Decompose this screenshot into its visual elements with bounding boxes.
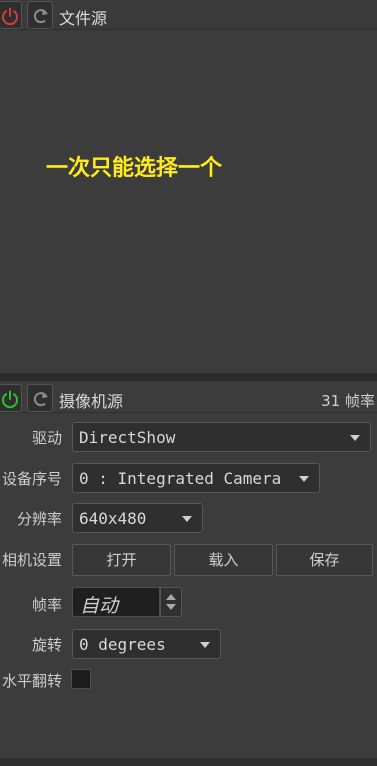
framerate-value: 自动: [80, 595, 119, 617]
camera-source-title: 摄像机源: [59, 392, 124, 411]
save-button[interactable]: 保存: [276, 544, 373, 576]
flip-checkbox[interactable]: [71, 669, 91, 689]
resolution-value: 640x480: [79, 509, 147, 528]
camera-source-power-button[interactable]: [0, 384, 22, 412]
framerate-spinbox[interactable]: 自动: [72, 587, 182, 617]
file-source-panel: 一次只能选择一个: [0, 30, 377, 373]
camera-settings-label: 相机设置: [1, 551, 62, 569]
selection-notice: 一次只能选择一个: [46, 156, 223, 181]
fps-readout: 31 帧率: [321, 392, 375, 410]
chevron-down-icon: [200, 642, 210, 648]
power-icon: [2, 390, 18, 408]
driver-value: DirectShow: [79, 428, 176, 447]
flip-label: 水平翻转: [1, 672, 62, 690]
resolution-select[interactable]: 640x480: [72, 503, 203, 533]
rotation-label: 旋转: [31, 636, 62, 654]
camera-source-header: 摄像机源 31 帧率: [0, 383, 377, 413]
device-select[interactable]: 0 : Integrated Camera: [72, 463, 320, 493]
device-value: 0 : Integrated Camera: [79, 469, 282, 488]
chevron-down-icon: [299, 476, 309, 482]
driver-label: 驱动: [31, 429, 62, 447]
framerate-stepper[interactable]: [160, 587, 182, 617]
camera-source-refresh-button[interactable]: [27, 384, 53, 412]
file-source-title: 文件源: [59, 9, 108, 28]
chevron-down-icon[interactable]: [166, 604, 176, 610]
resolution-label: 分辨率: [16, 510, 62, 528]
file-source-refresh-button[interactable]: [27, 1, 53, 29]
power-icon: [2, 7, 18, 25]
panel-divider: [0, 373, 377, 381]
file-source-header: 文件源: [0, 0, 377, 30]
chevron-down-icon: [182, 516, 192, 522]
driver-select[interactable]: DirectShow: [72, 422, 371, 452]
file-source-power-button[interactable]: [0, 1, 22, 29]
framerate-label: 帧率: [31, 596, 62, 614]
rotation-select[interactable]: 0 degrees: [72, 629, 221, 659]
load-button[interactable]: 载入: [174, 544, 273, 576]
bottom-strip: [0, 758, 377, 766]
refresh-icon: [33, 9, 48, 24]
framerate-field[interactable]: 自动: [72, 587, 160, 617]
device-label: 设备序号: [1, 470, 62, 488]
open-button[interactable]: 打开: [72, 544, 171, 576]
chevron-down-icon: [350, 435, 360, 441]
refresh-icon: [33, 392, 48, 407]
rotation-value: 0 degrees: [79, 635, 166, 654]
chevron-up-icon[interactable]: [166, 594, 176, 600]
